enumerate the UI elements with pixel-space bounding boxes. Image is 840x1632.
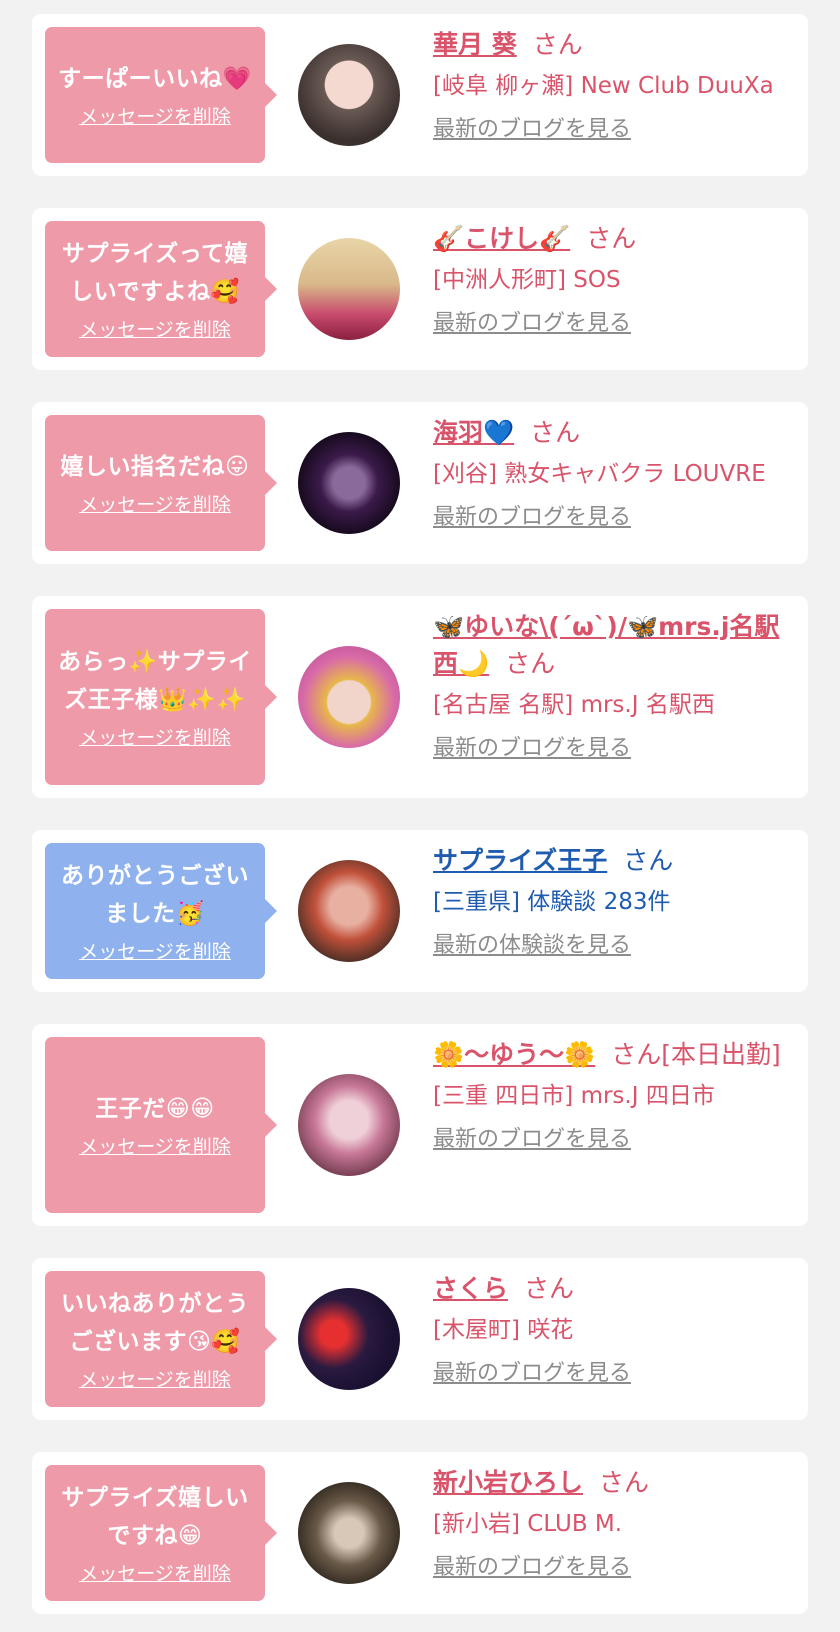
name-line: 海羽💙 さん <box>433 414 798 451</box>
avatar[interactable] <box>298 1482 400 1584</box>
delete-message-link[interactable]: メッセージを削除 <box>79 939 231 965</box>
message-text: いいねありがとうございます😘🥰 <box>61 1291 249 1355</box>
user-info: 新小岩ひろし さん [新小岩] CLUB M. 最新のブログを見る <box>433 1464 798 1583</box>
honorific: さん <box>586 224 637 253</box>
avatar[interactable] <box>298 238 400 340</box>
honorific: さん <box>530 418 581 447</box>
user-info: 華月 葵さん [岐阜 柳ヶ瀬] New Club DuuXa 最新のブログを見る <box>433 26 798 145</box>
user-name-link[interactable]: さくら <box>433 1274 508 1303</box>
message-bubble: 王子だ😁😁 メッセージを削除 <box>45 1037 277 1213</box>
message-bubble: いいねありがとうございます😘🥰 メッセージを削除 <box>45 1271 277 1407</box>
delete-message-link[interactable]: メッセージを削除 <box>79 725 231 751</box>
shop-info: [岐阜 柳ヶ瀬] New Club DuuXa <box>433 73 774 99</box>
notification-card: すーぱーいいね💗 メッセージを削除 華月 葵さん [岐阜 柳ヶ瀬] New Cl… <box>32 14 808 176</box>
shop-info: [三重県] 体験談 283件 <box>433 889 671 915</box>
honorific: さん <box>599 1468 650 1497</box>
shop-info: [新小岩] CLUB M. <box>433 1511 623 1537</box>
latest-blog-link[interactable]: 最新のブログを見る <box>433 503 798 533</box>
name-line: サプライズ王子 さん <box>433 842 798 879</box>
user-info: サプライズ王子 さん [三重県] 体験談 283件 最新の体験談を見る <box>433 842 798 961</box>
delete-message-link[interactable]: メッセージを削除 <box>79 104 231 130</box>
user-name-link[interactable]: 新小岩ひろし <box>433 1468 583 1497</box>
user-info: 🦋ゆいな\(´ω`)/🦋mrs.j名駅西🌙 さん [名古屋 名駅] mrs.J 名… <box>433 608 798 764</box>
delete-message-link[interactable]: メッセージを削除 <box>79 1561 231 1587</box>
name-line: 🦋ゆいな\(´ω`)/🦋mrs.j名駅西🌙 さん <box>433 608 798 682</box>
honorific: さん <box>505 649 556 678</box>
message-text: あらっ✨サプライズ王子様👑✨✨ <box>58 649 252 713</box>
message-text: サプライズって嬉しいですよね🥰 <box>61 241 249 305</box>
latest-blog-link[interactable]: 最新のブログを見る <box>433 115 798 145</box>
user-name-link[interactable]: 🌼〜ゆう〜🌼 <box>433 1040 595 1069</box>
message-bubble: 嬉しい指名だね😛 メッセージを削除 <box>45 415 277 551</box>
delete-message-link[interactable]: メッセージを削除 <box>79 1134 231 1160</box>
user-name-link[interactable]: 華月 葵 <box>433 30 517 59</box>
shop-info: [中洲人形町] SOS <box>433 267 621 293</box>
name-line: 🎸こけし🎸 さん <box>433 220 798 257</box>
honorific: さん <box>532 30 583 59</box>
message-text: サプライズ嬉しいですね😁 <box>61 1485 249 1549</box>
avatar[interactable] <box>298 44 400 146</box>
name-line: 新小岩ひろし さん <box>433 1464 798 1501</box>
user-info: 🌼〜ゆう〜🌼 さん[本日出勤] [三重 四日市] mrs.J 四日市 最新のブログ… <box>433 1036 798 1155</box>
shop-info: [木屋町] 咲花 <box>433 1317 574 1343</box>
name-line: さくら さん <box>433 1270 798 1307</box>
honorific: さん <box>611 1040 662 1069</box>
shop-info: [名古屋 名駅] mrs.J 名駅西 <box>433 692 715 718</box>
latest-blog-link[interactable]: 最新のブログを見る <box>433 1553 798 1583</box>
message-text: すーぱーいいね💗 <box>58 66 252 92</box>
latest-blog-link[interactable]: 最新のブログを見る <box>433 1125 798 1155</box>
delete-message-link[interactable]: メッセージを削除 <box>79 1367 231 1393</box>
notification-card: 嬉しい指名だね😛 メッセージを削除 海羽💙 さん [刈谷] 熟女キャバクラ LOU… <box>32 402 808 564</box>
user-name-link[interactable]: 🎸こけし🎸 <box>433 224 570 253</box>
latest-experience-link[interactable]: 最新の体験談を見る <box>433 931 798 961</box>
notification-list: すーぱーいいね💗 メッセージを削除 華月 葵さん [岐阜 柳ヶ瀬] New Cl… <box>0 0 840 1632</box>
honorific: さん <box>623 846 674 875</box>
user-info: 海羽💙 さん [刈谷] 熟女キャバクラ LOUVRE 最新のブログを見る <box>433 414 798 533</box>
message-bubble: サプライズって嬉しいですよね🥰 メッセージを削除 <box>45 221 277 357</box>
latest-blog-link[interactable]: 最新のブログを見る <box>433 309 798 339</box>
message-bubble: ありがとうございました🥳 メッセージを削除 <box>45 843 277 979</box>
honorific: さん <box>524 1274 575 1303</box>
avatar[interactable] <box>298 1288 400 1390</box>
notification-card: あらっ✨サプライズ王子様👑✨✨ メッセージを削除 🦋ゆいな\(´ω`)/🦋mrs… <box>32 596 808 798</box>
user-info: さくら さん [木屋町] 咲花 最新のブログを見る <box>433 1270 798 1389</box>
avatar[interactable] <box>298 860 400 962</box>
message-bubble: サプライズ嬉しいですね😁 メッセージを削除 <box>45 1465 277 1601</box>
name-suffix: [本日出勤] <box>661 1040 781 1069</box>
message-text: ありがとうございました🥳 <box>61 863 249 927</box>
shop-info: [刈谷] 熟女キャバクラ LOUVRE <box>433 461 766 487</box>
notification-card: いいねありがとうございます😘🥰 メッセージを削除 さくら さん [木屋町] 咲花 … <box>32 1258 808 1420</box>
user-name-link[interactable]: サプライズ王子 <box>433 846 607 875</box>
notification-card: サプライズ嬉しいですね😁 メッセージを削除 新小岩ひろし さん [新小岩] CLU… <box>32 1452 808 1614</box>
name-line: 🌼〜ゆう〜🌼 さん[本日出勤] <box>433 1036 798 1073</box>
user-name-link[interactable]: 海羽💙 <box>433 418 514 447</box>
user-info: 🎸こけし🎸 さん [中洲人形町] SOS 最新のブログを見る <box>433 220 798 339</box>
delete-message-link[interactable]: メッセージを削除 <box>79 492 231 518</box>
notification-card: ありがとうございました🥳 メッセージを削除 サプライズ王子 さん [三重県] 体験… <box>32 830 808 992</box>
delete-message-link[interactable]: メッセージを削除 <box>79 317 231 343</box>
notification-card: サプライズって嬉しいですよね🥰 メッセージを削除 🎸こけし🎸 さん [中洲人形町]… <box>32 208 808 370</box>
message-bubble: あらっ✨サプライズ王子様👑✨✨ メッセージを削除 <box>45 609 277 785</box>
user-name-link[interactable]: 🦋ゆいな\(´ω`)/🦋mrs.j名駅西🌙 <box>433 612 779 678</box>
avatar[interactable] <box>298 432 400 534</box>
notification-card: 王子だ😁😁 メッセージを削除 🌼〜ゆう〜🌼 さん[本日出勤] [三重 四日市] m… <box>32 1024 808 1226</box>
message-text: 嬉しい指名だね😛 <box>60 454 250 480</box>
latest-blog-link[interactable]: 最新のブログを見る <box>433 1359 798 1389</box>
avatar[interactable] <box>298 1074 400 1176</box>
avatar[interactable] <box>298 646 400 748</box>
latest-blog-link[interactable]: 最新のブログを見る <box>433 734 798 764</box>
shop-info: [三重 四日市] mrs.J 四日市 <box>433 1083 715 1109</box>
message-bubble: すーぱーいいね💗 メッセージを削除 <box>45 27 277 163</box>
name-line: 華月 葵さん <box>433 26 798 63</box>
message-text: 王子だ😁😁 <box>95 1096 215 1122</box>
